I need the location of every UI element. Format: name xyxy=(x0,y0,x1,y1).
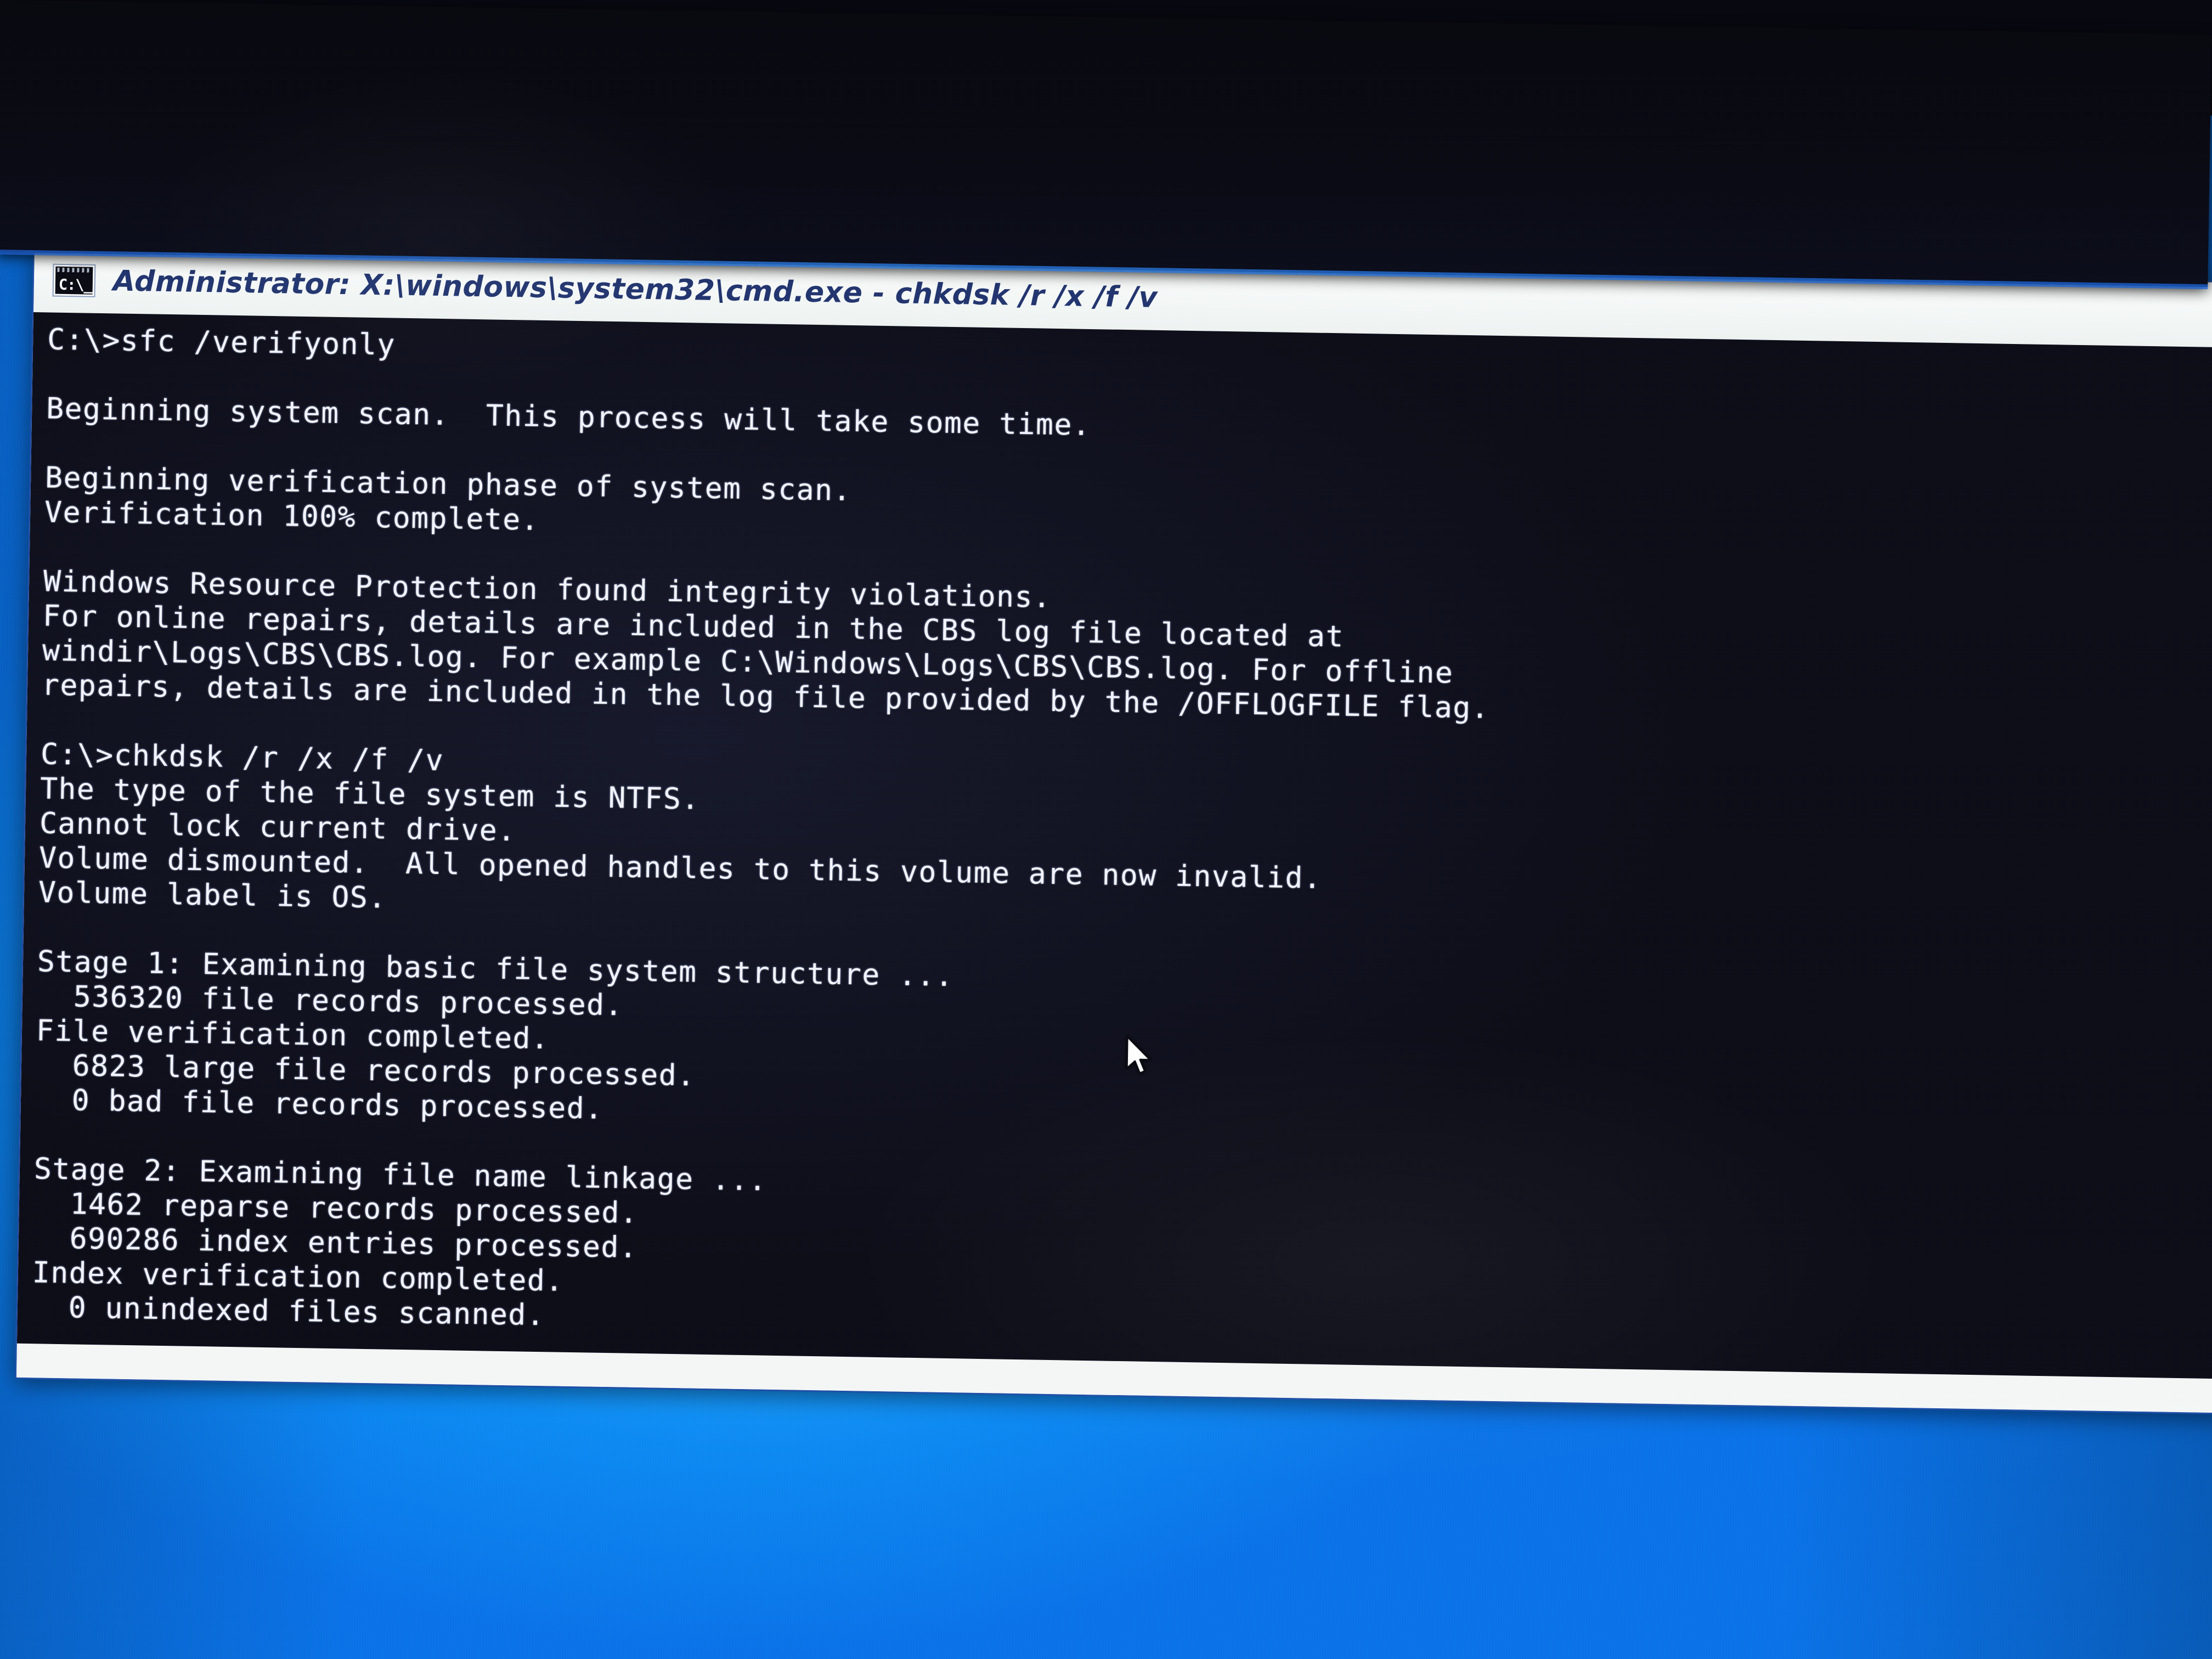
monitor-bezel xyxy=(0,0,2212,287)
cmd-icon: C:\_ xyxy=(53,264,95,296)
cmd-icon-titlebar-stripe xyxy=(57,267,92,273)
mouse-cursor-icon xyxy=(1126,1035,1152,1075)
monitor-photo: C:\_ Administrator: X:\windows\system32\… xyxy=(0,0,2212,1659)
console-text: C:\>sfc /verifyonly Beginning system sca… xyxy=(31,322,2212,1360)
window-title: Administrator: X:\windows\system32\cmd.e… xyxy=(112,264,1158,314)
command-prompt-window[interactable]: C:\_ Administrator: X:\windows\system32\… xyxy=(14,246,2212,1415)
cmd-icon-prompt-glyph: C:\_ xyxy=(58,276,93,294)
console-output-area[interactable]: C:\>sfc /verifyonly Beginning system sca… xyxy=(16,312,2212,1379)
